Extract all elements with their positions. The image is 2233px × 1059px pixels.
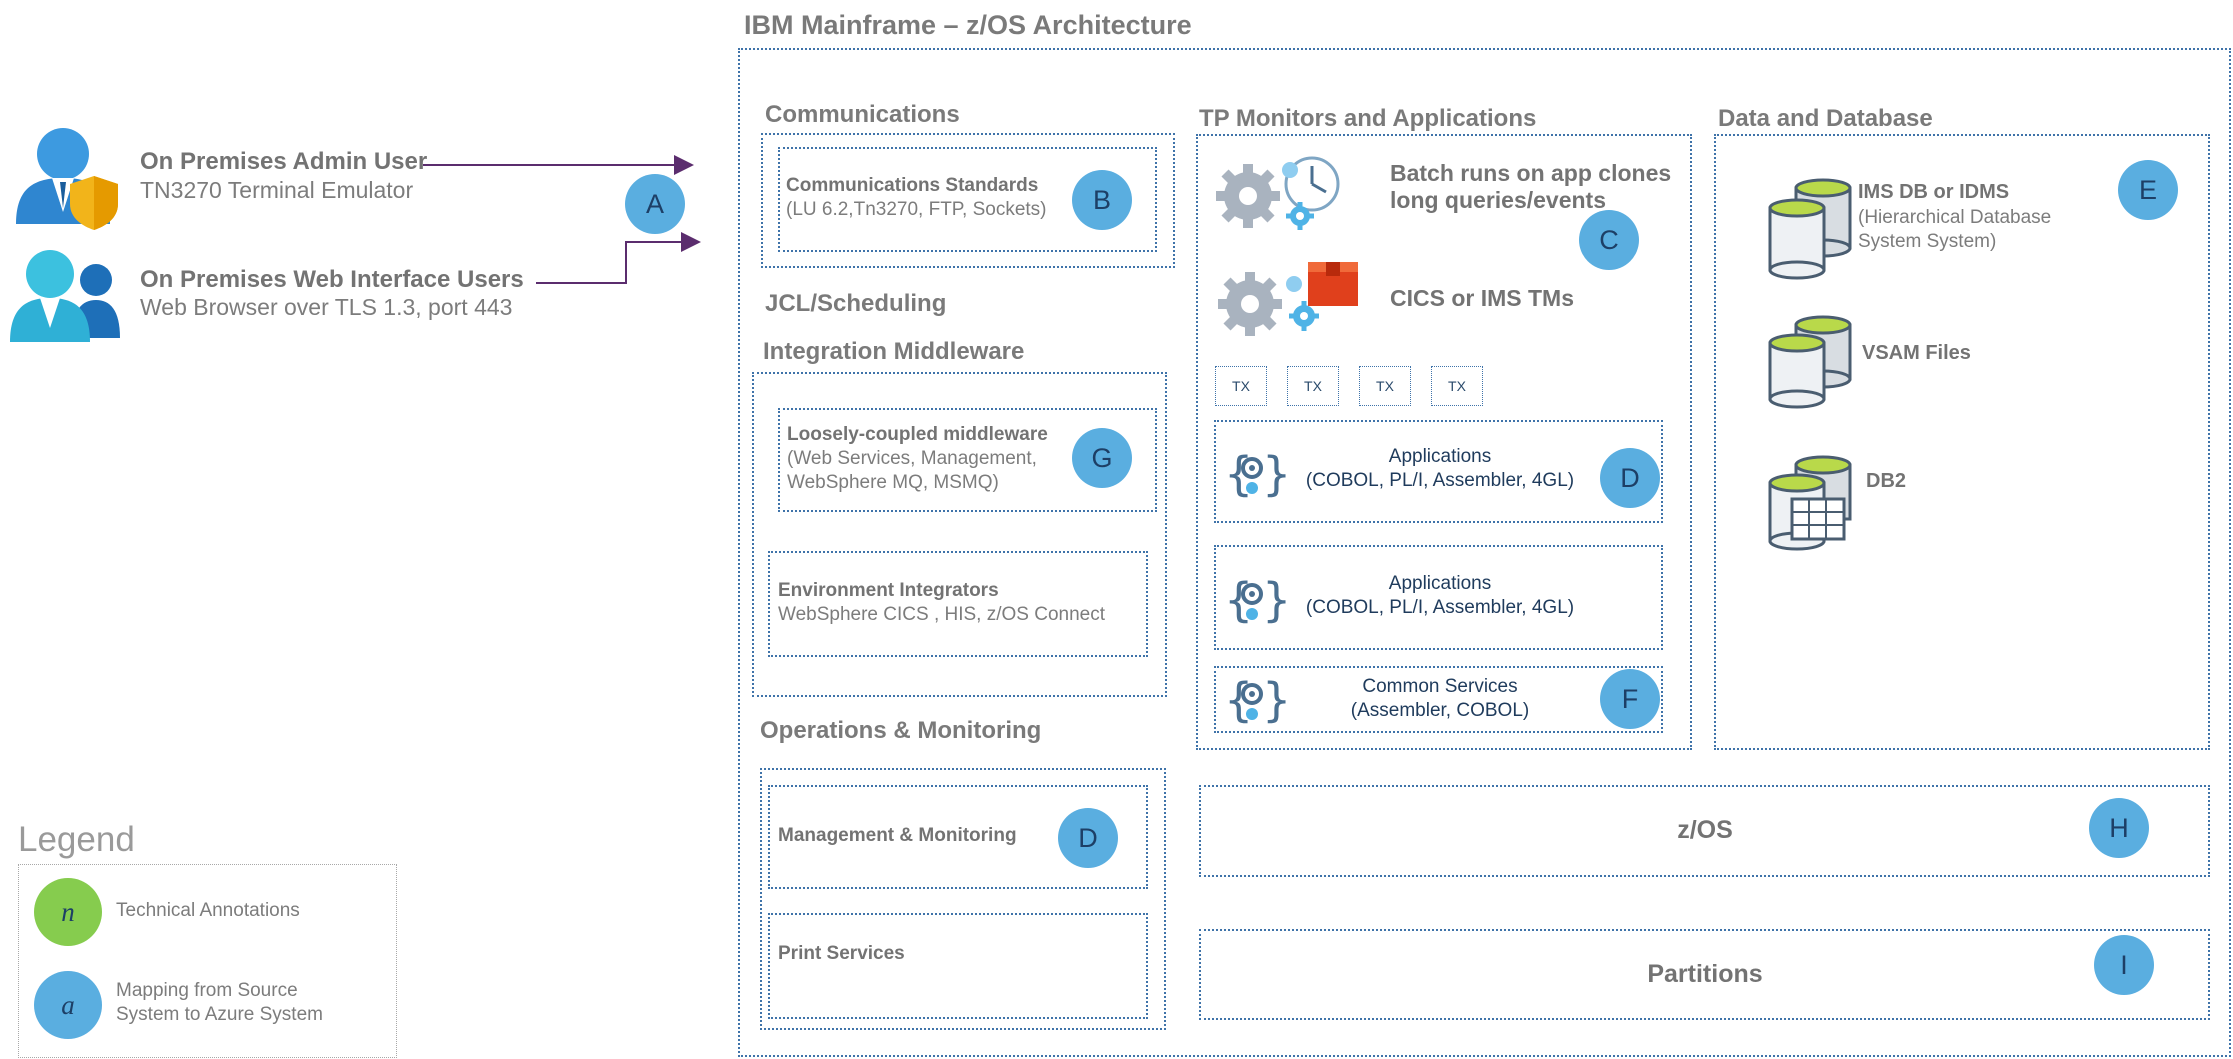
database-cylinder-icon: [1766, 178, 1856, 280]
ims-db-detail-2: System System): [1858, 231, 1997, 252]
badge-b: B: [1072, 170, 1132, 230]
print-services-label: Print Services: [778, 943, 905, 964]
vsam-files-label: VSAM Files: [1862, 342, 1971, 364]
communications-standards-title: Communications Standards: [786, 175, 1039, 196]
database-cylinder-icon: [1766, 315, 1856, 409]
db2-label: DB2: [1866, 470, 1907, 492]
ims-db-title: IMS DB or IDMS: [1858, 181, 2010, 203]
ims-db-detail-1: (Hierarchical Database: [1858, 207, 2052, 228]
common-services-line-2: (Assembler, COBOL): [1350, 700, 1530, 721]
loosely-coupled-detail-1: (Web Services, Management,: [787, 448, 1037, 469]
badge-f: F: [1600, 669, 1660, 729]
badge-a: A: [625, 174, 685, 234]
zos-label: z/OS: [1677, 816, 1733, 844]
applications-2-line-2: (COBOL, PL/I, Assembler, 4GL): [1305, 597, 1575, 618]
data-database-title: Data and Database: [1718, 105, 1933, 132]
code-gear-icon: { }: [1224, 672, 1291, 728]
communications-title: Communications: [765, 101, 960, 128]
legend-technical-badge: n: [34, 878, 102, 946]
badge-d-applications: D: [1600, 448, 1660, 508]
communications-standards-detail: (LU 6.2,Tn3270, FTP, Sockets): [786, 199, 1047, 220]
loosely-coupled-title: Loosely-coupled middleware: [787, 424, 1048, 445]
operations-monitoring-title: Operations & Monitoring: [760, 717, 1042, 744]
badge-h: H: [2089, 798, 2149, 858]
legend-mapping-label-1: Mapping from Source: [116, 980, 298, 1001]
legend-mapping-label-2: System to Azure System: [116, 1004, 323, 1025]
badge-c: C: [1579, 210, 1639, 270]
tx-box-2: TX: [1287, 366, 1339, 406]
environment-integrators-detail: WebSphere CICS , HIS, z/OS Connect: [778, 604, 1106, 625]
tp-monitors-title: TP Monitors and Applications: [1199, 105, 1537, 132]
print-services-box: [768, 913, 1148, 1019]
web-arrow: [536, 232, 701, 284]
loosely-coupled-detail-2: WebSphere MQ, MSMQ): [787, 472, 999, 493]
badge-g: G: [1072, 428, 1132, 488]
cics-ims-label: CICS or IMS TMs: [1390, 285, 1575, 311]
jcl-scheduling-title: JCL/Scheduling: [765, 290, 947, 317]
svg-text:}: }: [1262, 673, 1291, 727]
partitions-label: Partitions: [1647, 960, 1763, 988]
legend-title: Legend: [18, 820, 135, 859]
applications-2-line-1: Applications: [1388, 573, 1492, 594]
batch-runs-line-1: Batch runs on app clones: [1390, 160, 1672, 186]
common-services-line-1: Common Services: [1362, 676, 1518, 697]
environment-integrators-title: Environment Integrators: [778, 580, 999, 601]
tx-box-3: TX: [1359, 366, 1411, 406]
batch-gears-clock-icon: [1214, 154, 1356, 234]
applications-1-line-1: Applications: [1388, 446, 1492, 467]
code-gear-icon: { }: [1224, 572, 1291, 628]
svg-text:}: }: [1262, 447, 1291, 501]
badge-e: E: [2118, 160, 2178, 220]
integration-middleware-title: Integration Middleware: [763, 338, 1025, 365]
applications-1-line-2: (COBOL, PL/I, Assembler, 4GL): [1305, 470, 1575, 491]
svg-text:}: }: [1262, 573, 1291, 627]
code-gear-icon: { }: [1224, 446, 1291, 502]
tx-box-1: TX: [1215, 366, 1267, 406]
database-table-icon: [1766, 455, 1856, 551]
legend-technical-label: Technical Annotations: [116, 900, 300, 921]
badge-d-management: D: [1058, 808, 1118, 868]
batch-runs-line-2: long queries/events: [1390, 187, 1607, 213]
legend-mapping-badge: a: [34, 971, 102, 1039]
badge-i: I: [2094, 935, 2154, 995]
management-monitoring-label: Management & Monitoring: [778, 825, 1017, 846]
tx-box-4: TX: [1431, 366, 1483, 406]
cics-gears-box-icon: [1214, 258, 1364, 342]
